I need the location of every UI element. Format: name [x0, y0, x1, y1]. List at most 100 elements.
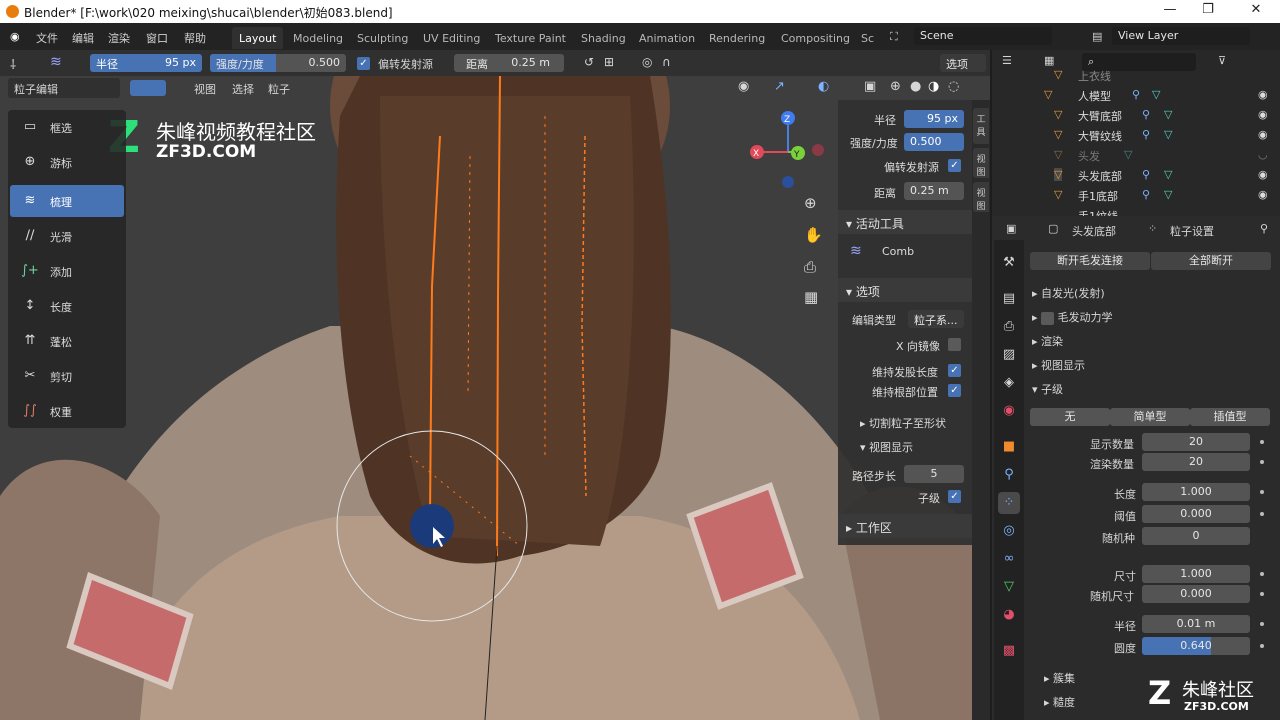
children-section[interactable]: ▾ 子级: [1032, 381, 1063, 397]
menu-select[interactable]: 选择: [232, 81, 254, 97]
particle-props-icon[interactable]: ⁘: [998, 492, 1020, 514]
gizmo-toggle-icon[interactable]: ↗: [774, 79, 785, 94]
tool-props-icon[interactable]: ⚒: [998, 252, 1020, 274]
active-tool-header[interactable]: ▾ 活动工具: [838, 210, 972, 234]
tab-uv-editing[interactable]: UV Editing: [416, 27, 487, 49]
tab-layout[interactable]: Layout: [232, 27, 284, 49]
disconnect-hair-button[interactable]: 断开毛发连接: [1030, 252, 1150, 270]
clump-section[interactable]: ▸ 簇集: [1044, 670, 1075, 686]
display-amount-field[interactable]: 20: [1142, 433, 1250, 451]
view-layer-props-icon[interactable]: ▨: [998, 344, 1020, 366]
outliner-row[interactable]: 手1纹线: [992, 208, 1280, 216]
np-radius-field[interactable]: 95 px: [904, 110, 964, 128]
keyframe-dot[interactable]: [1260, 644, 1264, 648]
tab-view-2[interactable]: 视图: [973, 182, 989, 212]
menu-render[interactable]: 渲染: [108, 30, 130, 46]
texture-props-icon[interactable]: ▩: [998, 640, 1020, 662]
outliner-row[interactable]: ▽ 大臂纹线 ⚲ ▽ ◉: [992, 128, 1280, 148]
outliner-row[interactable]: ▽ 人模型 ⚲ ▽ ◉: [992, 88, 1280, 108]
length-field[interactable]: 1.000: [1142, 483, 1250, 501]
display-mode-icon[interactable]: ▦: [1044, 54, 1054, 67]
strength-field[interactable]: 强度/力度 0.500: [210, 54, 346, 72]
zoom-icon[interactable]: ⊕: [804, 194, 817, 212]
select-mode-buttons[interactable]: [130, 80, 166, 96]
tab-compositing[interactable]: Compositing: [774, 27, 857, 49]
tab-sculpting[interactable]: Sculpting: [350, 27, 415, 49]
outliner-row[interactable]: ▽ 头发 ▽ ◡: [992, 148, 1280, 168]
outliner-row[interactable]: ▽ 手1底部 ⚲ ▽ ◉: [992, 188, 1280, 208]
tool-cursor[interactable]: ⊕ 游标: [10, 146, 124, 178]
tool-length[interactable]: ↕ 长度: [10, 290, 124, 322]
cut-shape-section[interactable]: ▸ 切割粒子至形状: [860, 415, 946, 431]
size-field[interactable]: 1.000: [1142, 565, 1250, 583]
keyframe-dot[interactable]: [1260, 490, 1264, 494]
scene-icon[interactable]: ⛶: [890, 30, 898, 44]
keyframe-dot[interactable]: [1260, 440, 1264, 444]
render-props-icon[interactable]: ▤: [998, 288, 1020, 310]
mode-selector[interactable]: 粒子编辑: [8, 78, 120, 98]
modifier-props-icon[interactable]: ⚲: [998, 464, 1020, 486]
constraint-props-icon[interactable]: ∞: [998, 548, 1020, 570]
tool-icon[interactable]: ⸸: [10, 55, 16, 73]
close-button[interactable]: ✕: [1246, 2, 1266, 20]
minimize-button[interactable]: —: [1160, 2, 1180, 20]
menu-window[interactable]: 窗口: [146, 30, 168, 46]
outliner-row[interactable]: ▽ 大臂底部 ⚲ ▽ ◉: [992, 108, 1280, 128]
render-amount-field[interactable]: 20: [1142, 453, 1250, 471]
seed-field[interactable]: 0: [1142, 527, 1250, 545]
radius-field[interactable]: 半径 95 px: [90, 54, 202, 72]
render-section[interactable]: ▸ 渲染: [1032, 333, 1063, 349]
keep-length-checkbox[interactable]: ✓: [948, 364, 961, 377]
visibility-icon[interactable]: ◉: [738, 79, 749, 94]
hair-dynamics-section[interactable]: ▸ 毛发动力学: [1032, 309, 1113, 325]
keyframe-dot[interactable]: [1260, 592, 1264, 596]
distance-field[interactable]: 距离 0.25 m: [454, 54, 564, 72]
np-children-checkbox[interactable]: ✓: [948, 490, 961, 503]
falloff-icon[interactable]: ∩: [662, 55, 671, 69]
path-steps-field[interactable]: 5: [904, 465, 964, 483]
tool-cut[interactable]: ✂ 剪切: [10, 360, 124, 392]
options-dropdown[interactable]: 选项: [940, 54, 986, 72]
material-shading-icon[interactable]: ◑: [928, 79, 939, 94]
snap-icon[interactable]: ↺: [584, 55, 594, 69]
properties-type-icon[interactable]: ▣: [1006, 222, 1016, 235]
emission-section[interactable]: ▸ 自发光(发射): [1032, 285, 1105, 301]
tab-tool[interactable]: 工具: [973, 108, 989, 144]
pan-hand-icon[interactable]: ✋: [804, 226, 823, 244]
child-type-interpolated[interactable]: 插值型: [1190, 408, 1270, 426]
viewport-display-section[interactable]: ▾ 视图显示: [860, 439, 913, 455]
child-type-none[interactable]: 无: [1030, 408, 1110, 426]
child-type-simple[interactable]: 简单型: [1110, 408, 1190, 426]
menu-edit[interactable]: 编辑: [72, 30, 94, 46]
xray-icon[interactable]: ▣: [864, 79, 876, 94]
viewport-display-props-section[interactable]: ▸ 视图显示: [1032, 357, 1085, 373]
outliner-type-icon[interactable]: ☰: [1002, 54, 1012, 67]
np-distance-field[interactable]: 0.25 m: [904, 182, 964, 200]
np-deflect-checkbox[interactable]: ✓: [948, 159, 961, 172]
keyframe-dot[interactable]: [1260, 572, 1264, 576]
keyframe-dot[interactable]: [1260, 512, 1264, 516]
tab-scripting[interactable]: Sc: [854, 27, 881, 49]
maximize-button[interactable]: ❐: [1198, 2, 1218, 20]
overlays-icon[interactable]: ◐: [818, 79, 829, 94]
comb-brush-icon[interactable]: ≋: [50, 54, 62, 70]
menu-help[interactable]: 帮助: [184, 30, 206, 46]
menu-particle[interactable]: 粒子: [268, 81, 290, 97]
filter-icon[interactable]: ⊽: [1218, 54, 1226, 67]
roughness-section[interactable]: ▸ 糙度: [1044, 694, 1075, 710]
grid-icon[interactable]: ⊞: [604, 55, 614, 69]
tab-texture-paint[interactable]: Texture Paint: [488, 27, 573, 49]
roundness-field[interactable]: 0.640: [1142, 637, 1250, 655]
menu-view[interactable]: 视图: [194, 81, 216, 97]
wireframe-shading-icon[interactable]: ⊕: [890, 79, 901, 94]
scene-props-icon[interactable]: ◈: [998, 372, 1020, 394]
workspace-section-header[interactable]: ▸ 工作区: [838, 514, 972, 538]
keyframe-dot[interactable]: [1260, 460, 1264, 464]
child-radius-field[interactable]: 0.01 m: [1142, 615, 1250, 633]
perspective-grid-icon[interactable]: ▦: [804, 288, 818, 306]
view-layer-selector[interactable]: View Layer: [1112, 27, 1250, 45]
tool-weight[interactable]: ∫∫ 权重: [10, 395, 124, 427]
random-size-field[interactable]: 0.000: [1142, 585, 1250, 603]
scene-selector[interactable]: Scene: [914, 27, 1052, 45]
solid-shading-icon[interactable]: ●: [910, 79, 921, 94]
